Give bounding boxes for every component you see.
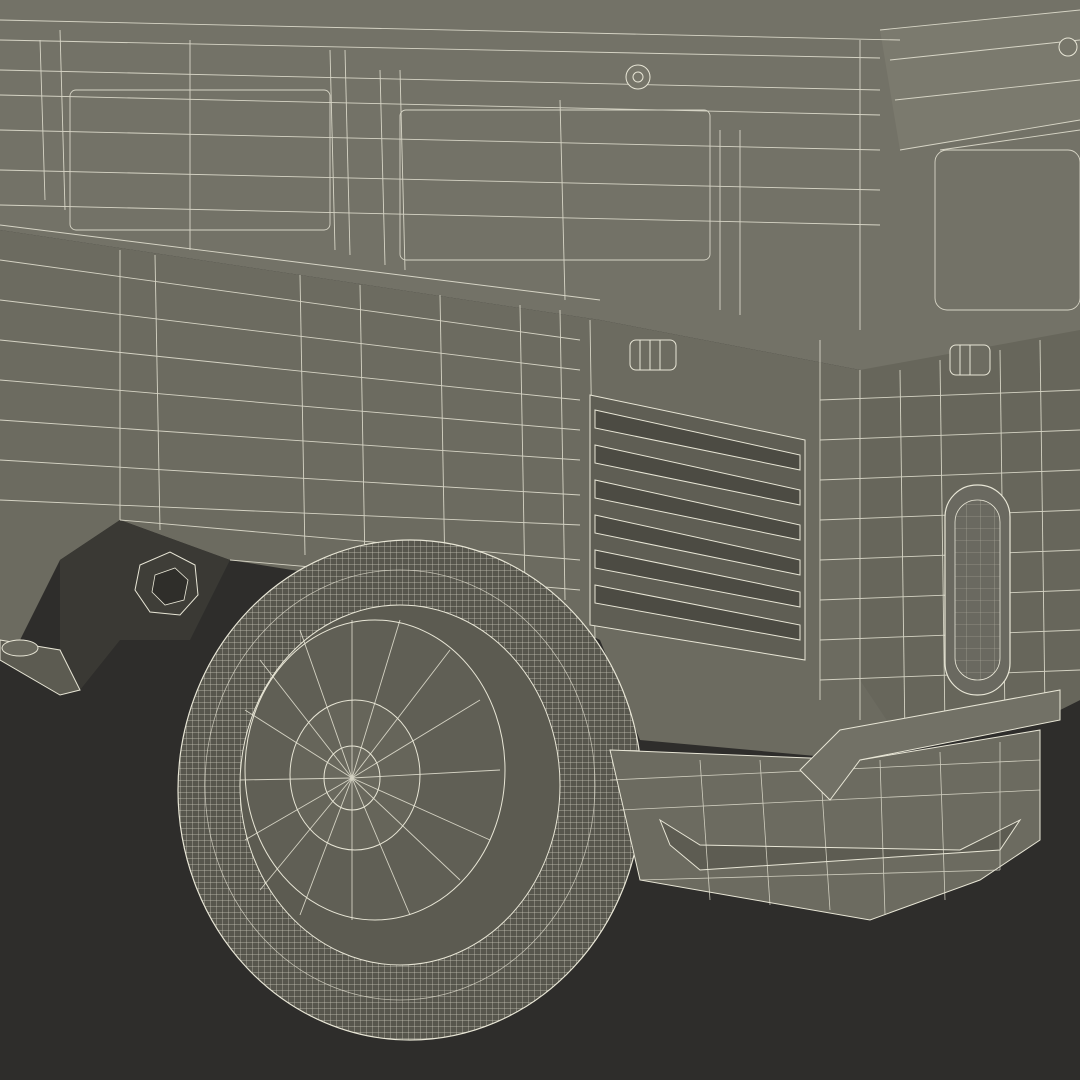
latch-left xyxy=(629,339,677,371)
rear-wheel xyxy=(177,539,643,1041)
wireframe-render-scene xyxy=(0,0,1080,1080)
latch-right xyxy=(949,344,991,376)
engine-louvres xyxy=(589,394,806,661)
tail-light xyxy=(944,484,1011,696)
wireframe-render xyxy=(0,0,1080,1080)
